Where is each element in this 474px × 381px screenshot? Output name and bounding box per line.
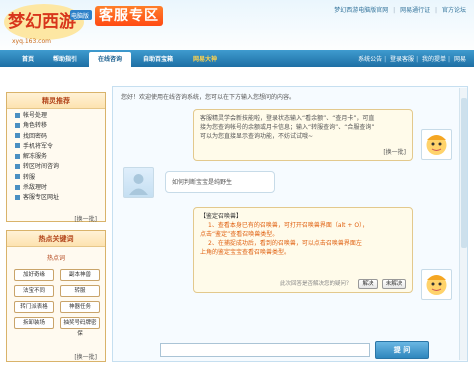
forum-link[interactable]: 官方论坛 <box>442 5 466 14</box>
hot-chip[interactable]: 神器任务 <box>60 301 100 313</box>
sidebar-item-kill-reason[interactable]: 杀敌理时 <box>15 183 105 193</box>
bullet-icon <box>15 184 20 190</box>
official-site-link[interactable]: 梦幻西游电脑版官网 <box>334 5 388 14</box>
tab-self-service[interactable]: 自助百宝箱 <box>136 52 180 67</box>
nav-right-links: 系统公告 | 登录客服 | 我的提单 | 网易 <box>358 56 466 63</box>
user-avatar <box>123 167 154 198</box>
hot-chip[interactable]: 转服 <box>60 285 100 297</box>
svg-text:电脑版: 电脑版 <box>71 12 89 20</box>
unresolved-button[interactable]: 未解决 <box>382 279 406 289</box>
sidebar-item-server-transfer[interactable]: 转服 <box>15 173 105 183</box>
netease-link[interactable]: 网易 <box>454 56 466 63</box>
bot-avatar <box>421 129 452 160</box>
user-avatar-icon <box>129 174 148 195</box>
tab-home[interactable]: 首页 <box>14 52 42 67</box>
sidebar-item-unfreeze[interactable]: 解冻服务 <box>15 152 105 162</box>
chat-panel: 您好！欢迎使用在线咨询系统，您可以在下方输入您想问的内容。 客服精灵学会新技能啦… <box>112 86 468 362</box>
divider: | <box>393 7 396 14</box>
bullet-icon <box>15 163 20 169</box>
tab-help[interactable]: 帮助指引 <box>48 52 82 67</box>
divider: | <box>435 7 438 14</box>
bullet-icon <box>15 133 20 139</box>
logo-graphic: 梦幻西游 电脑版 xyq.163.com <box>4 4 92 45</box>
my-tickets-link[interactable]: 我的提单 <box>422 56 446 63</box>
bot-avatar-icon <box>426 275 447 295</box>
hot-chip[interactable]: 加好奇缘 <box>14 269 54 281</box>
svg-text:梦幻西游: 梦幻西游 <box>8 11 76 32</box>
login-service-link[interactable]: 登录客服 <box>390 56 414 63</box>
bot-answer-title: 【鉴定召唤兽】 <box>200 213 243 220</box>
sidebar-item-transfer-time[interactable]: 转区时间咨询 <box>15 162 105 172</box>
bullet-icon <box>15 153 20 159</box>
main-nav: 首页 帮助指引 在线咨询 自助百宝箱 网易大神 系统公告 | 登录客服 | 我的提单… <box>0 50 474 67</box>
hot-chip[interactable]: 拆卸装场 <box>14 317 54 329</box>
hot-chip[interactable]: 转门派表格 <box>14 301 54 313</box>
bot-answer-line: 1、查看本身已有的召唤兽，可打开召唤兽界面（alt + O）， <box>208 222 369 229</box>
hot-chip[interactable]: 副本神兽 <box>60 269 100 281</box>
bot-avatar-icon <box>426 135 447 155</box>
bot-message-line: 可以为您直接显示查询功能，不妨试试哦~ <box>200 133 314 140</box>
bullet-icon <box>15 143 20 149</box>
bot-avatar <box>421 269 452 300</box>
bot-answer: 【鉴定召唤兽】 1、查看本身已有的召唤兽，可打开召唤兽界面（alt + O）， … <box>193 207 413 293</box>
hot-keywords-panel: 热点关键词 热点词 加好奇缘 副本神兽 法宝不同 转服 转门派表格 神器任务 拆… <box>6 230 106 362</box>
page-title: 客服专区 <box>95 6 163 26</box>
feedback-question: 此次回答是否解决您的疑问？ <box>280 281 352 287</box>
sidebar-item-account[interactable]: 帐号处理 <box>15 111 105 121</box>
scroll-thumb[interactable] <box>461 98 467 248</box>
bot-message-line: 客服精灵学会新技能啦，登录状态输入“看余额”、“查月卡”，可直 <box>200 115 375 122</box>
recommend-panel: 精灵推荐 帐号处理 角色转移 找回密码 手机将军令 解冻服务 转区时间咨询 转服… <box>6 92 106 223</box>
ask-button[interactable]: 提 问 <box>375 341 429 359</box>
bullet-icon <box>15 122 20 128</box>
question-input[interactable] <box>160 343 370 357</box>
resolved-button[interactable]: 解决 <box>358 279 378 289</box>
bullet-icon <box>15 112 20 118</box>
game-logo[interactable]: 梦幻西游 电脑版 xyq.163.com <box>4 2 94 46</box>
bot-answer-line: 上角的鉴定宝宝查看召唤兽类型。 <box>200 249 291 256</box>
bot-switch-link[interactable]: [换一批] <box>383 148 406 157</box>
bot-answer-line: 2、在捕捉成功后，看到的召唤兽，可以点击召唤兽界面左 <box>208 240 362 247</box>
bot-answer-line: 点击“鉴定”查看召唤兽类型。 <box>200 231 279 238</box>
sidebar-item-role-transfer[interactable]: 角色转移 <box>15 121 105 131</box>
recommend-title: 精灵推荐 <box>7 93 105 109</box>
chat-greeting: 您好！欢迎使用在线咨询系统，您可以在下方输入您想问的内容。 <box>121 94 296 101</box>
recommend-list: 帐号处理 角色转移 找回密码 手机将军令 解冻服务 转区时间咨询 转服 杀敌理时… <box>7 109 105 204</box>
bullet-icon <box>15 174 20 180</box>
sidebar-item-mobile-token[interactable]: 手机将军令 <box>15 142 105 152</box>
svg-text:xyq.163.com: xyq.163.com <box>12 38 51 45</box>
bot-message: 客服精灵学会新技能啦，登录状态输入“看余额”、“查月卡”，可直 接为您查询帐号的… <box>193 109 413 161</box>
bullet-icon <box>15 194 20 200</box>
top-links: 梦幻西游电脑版官网 | 网易通行证 | 官方论坛 <box>334 5 466 14</box>
user-message-text: 如何判断宝宝是纯野生 <box>172 179 233 186</box>
recommend-switch-link[interactable]: [换一批] <box>74 214 97 223</box>
chat-scrollbar[interactable] <box>459 88 467 360</box>
passport-link[interactable]: 网易通行证 <box>400 5 430 14</box>
user-message: 如何判断宝宝是纯野生 <box>165 171 275 193</box>
sidebar-item-service-url[interactable]: 客服专区网址 <box>15 193 105 203</box>
hot-subtitle: 热点词 <box>46 255 65 262</box>
hot-chip[interactable]: 法宝不同 <box>14 285 54 297</box>
hot-keywords-title: 热点关键词 <box>7 231 105 247</box>
sidebar-item-recover-password[interactable]: 找回密码 <box>15 132 105 142</box>
hot-chip[interactable]: 抽奖号码牌密保 <box>60 317 100 337</box>
announcement-link[interactable]: 系统公告 <box>358 56 382 63</box>
tab-netease-dashen[interactable]: 网易大神 <box>186 52 224 67</box>
site-header: 梦幻西游 电脑版 xyq.163.com 客服专区 梦幻西游电脑版官网 | 网易… <box>0 0 474 50</box>
hot-switch-link[interactable]: [换一批] <box>74 352 97 361</box>
bot-message-line: 接为您查询帐号的余额或月卡信息；输入“转服查询”、“合服查询” <box>200 124 375 131</box>
tab-online-consult[interactable]: 在线咨询 <box>89 52 131 67</box>
